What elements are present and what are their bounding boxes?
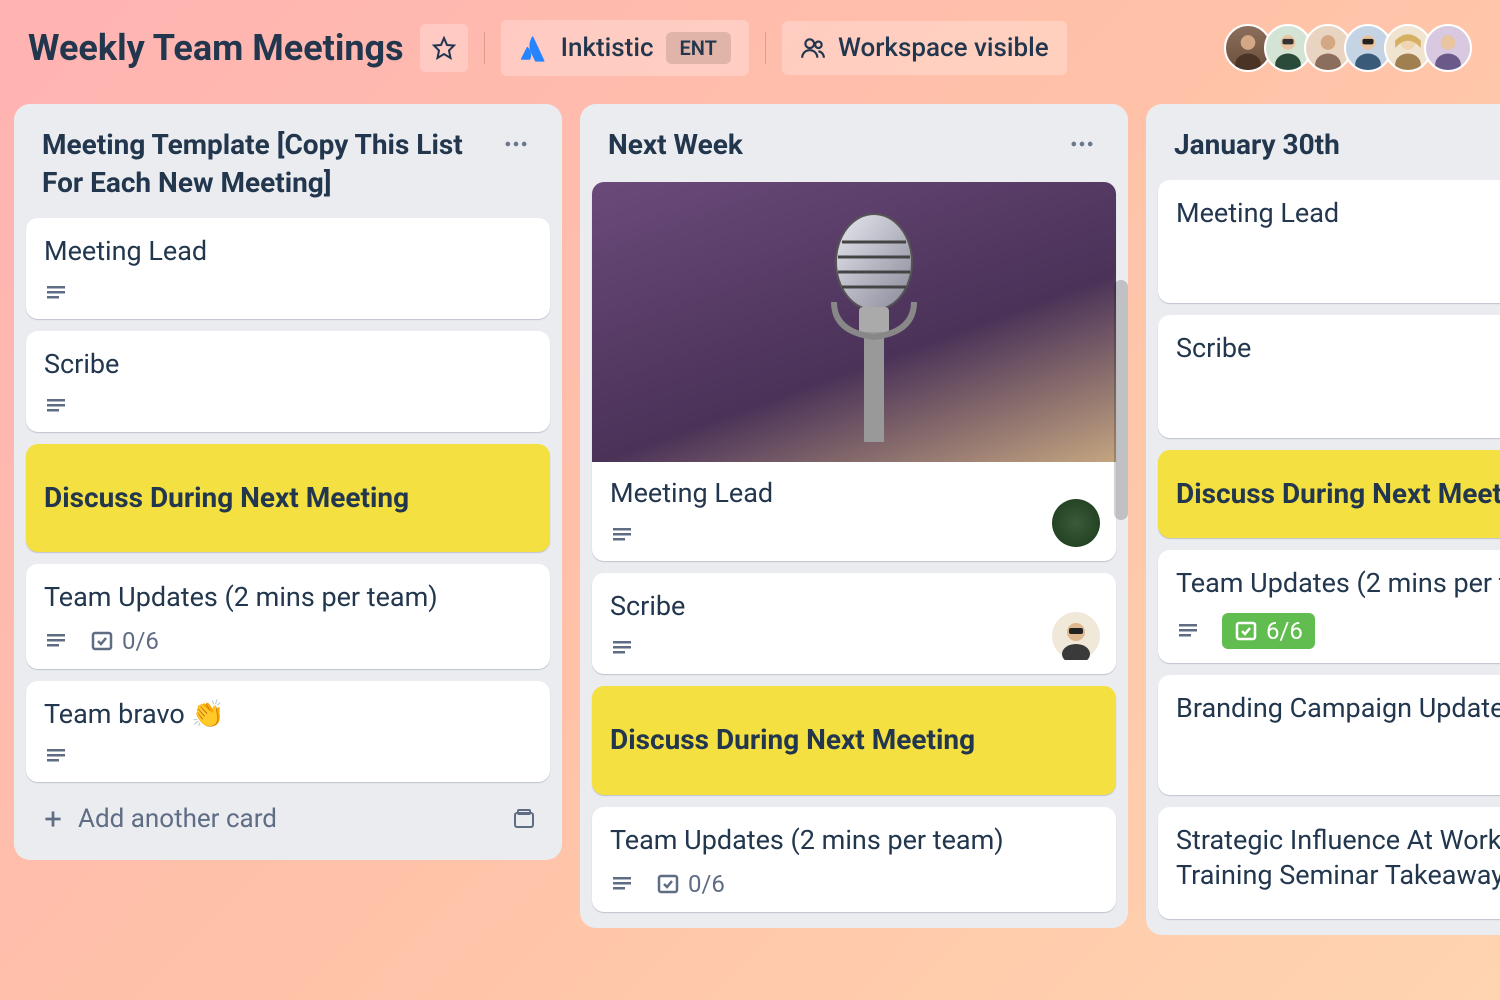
card-title: Discuss During Next Meeting — [44, 480, 532, 516]
list-title[interactable]: Meeting Template [Copy This List For Eac… — [42, 126, 482, 202]
card-title: Team Updates (2 mins per team) — [610, 823, 1098, 858]
microphone-image — [764, 202, 944, 442]
card-title: Meeting Lead — [1176, 196, 1500, 231]
card-badges — [44, 744, 532, 768]
add-card-button[interactable]: Add another card — [26, 794, 550, 844]
card-title: Team bravo 👏 — [44, 697, 532, 732]
card-title: Strategic Influence At Work Training Sem… — [1176, 823, 1500, 893]
checklist-badge: 0/6 — [656, 870, 725, 898]
visibility-label: Workspace visible — [838, 33, 1049, 63]
workspace-name: Inktistic — [561, 33, 654, 63]
list-menu-button[interactable] — [498, 126, 534, 166]
card-title: Discuss During Next Meeting — [1176, 476, 1500, 512]
list: January 30th Meeting Lead Scribe Discuss… — [1146, 104, 1500, 935]
template-icon[interactable] — [512, 807, 536, 831]
card[interactable]: Meeting Lead — [592, 182, 1116, 561]
star-icon — [432, 36, 456, 60]
star-button[interactable] — [420, 24, 468, 72]
card-title: Scribe — [44, 347, 532, 382]
header-divider — [765, 32, 766, 64]
card-title: Meeting Lead — [44, 234, 532, 269]
checklist-count: 0/6 — [688, 870, 725, 898]
card[interactable]: Meeting Lead — [1158, 180, 1500, 303]
card[interactable]: Team bravo 👏 — [26, 681, 550, 782]
card[interactable]: Meeting Lead — [26, 218, 550, 319]
list-scrollbar[interactable] — [1114, 280, 1128, 520]
description-icon — [610, 872, 634, 896]
checklist-count: 0/6 — [122, 627, 159, 655]
ellipsis-icon — [1068, 130, 1096, 158]
description-icon — [44, 281, 68, 305]
checklist-icon — [1234, 619, 1258, 643]
description-icon — [44, 394, 68, 418]
card[interactable]: Scribe — [26, 331, 550, 432]
card-title: Scribe — [1176, 331, 1500, 366]
add-card-label: Add another card — [78, 804, 277, 834]
card[interactable]: Branding Campaign Update — [1158, 675, 1500, 794]
checklist-count: 6/6 — [1266, 617, 1303, 645]
card-badges — [44, 394, 532, 418]
card-title: Discuss During Next Meeting — [610, 722, 1098, 758]
checklist-badge: 6/6 — [1222, 613, 1315, 649]
atlassian-icon — [519, 33, 549, 63]
card-badges: 6/6 — [1176, 613, 1500, 649]
card-badges: 0/6 — [44, 627, 532, 655]
card[interactable]: Discuss During Next Meeting — [592, 686, 1116, 794]
description-icon — [610, 636, 634, 660]
card-title: Meeting Lead — [610, 476, 1098, 511]
header-divider — [484, 32, 485, 64]
card-title: Team Updates (2 mins per team) — [1176, 566, 1500, 601]
board-header: Weekly Team Meetings Inktistic ENT Works… — [0, 0, 1500, 104]
card-member-avatar[interactable] — [1052, 499, 1100, 547]
card[interactable]: Team Updates (2 mins per team) 0/6 — [592, 807, 1116, 912]
card[interactable]: Strategic Influence At Work Training Sem… — [1158, 807, 1500, 919]
board-members[interactable] — [1224, 24, 1472, 72]
list-header: January 30th — [1158, 120, 1500, 168]
card-title: Team Updates (2 mins per team) — [44, 580, 532, 615]
card[interactable]: Scribe — [592, 573, 1116, 674]
description-icon — [44, 629, 68, 653]
card[interactable]: Scribe — [1158, 315, 1500, 438]
checklist-badge: 0/6 — [90, 627, 159, 655]
description-icon — [44, 744, 68, 768]
card[interactable]: Discuss During Next Meeting — [1158, 450, 1500, 538]
list-header: Meeting Template [Copy This List For Eac… — [26, 120, 550, 206]
board-canvas: Meeting Template [Copy This List For Eac… — [0, 104, 1500, 935]
list-menu-button[interactable] — [1064, 126, 1100, 166]
ent-badge: ENT — [666, 32, 731, 64]
plus-icon — [40, 806, 66, 832]
card-badges: 0/6 — [610, 870, 1098, 898]
checklist-icon — [656, 872, 680, 896]
card-badges — [44, 281, 532, 305]
card-badges — [610, 636, 1098, 660]
checklist-icon — [90, 629, 114, 653]
ellipsis-icon — [502, 130, 530, 158]
list: Meeting Template [Copy This List For Eac… — [14, 104, 562, 860]
card-title: Branding Campaign Update — [1176, 691, 1500, 726]
card[interactable]: Discuss During Next Meeting — [26, 444, 550, 552]
list-header: Next Week — [592, 120, 1116, 170]
visibility-chip[interactable]: Workspace visible — [782, 21, 1067, 75]
list-title[interactable]: January 30th — [1174, 126, 1340, 164]
list-title[interactable]: Next Week — [608, 126, 743, 164]
card-member-avatar[interactable] — [1052, 612, 1100, 660]
card[interactable]: Team Updates (2 mins per team) 6/6 — [1158, 550, 1500, 663]
description-icon — [1176, 619, 1200, 643]
people-icon — [800, 35, 826, 61]
board-title[interactable]: Weekly Team Meetings — [28, 27, 404, 69]
card-cover-image — [592, 182, 1116, 462]
description-icon — [610, 523, 634, 547]
card-title: Scribe — [610, 589, 1098, 624]
card[interactable]: Team Updates (2 mins per team) 0/6 — [26, 564, 550, 669]
avatar[interactable] — [1424, 24, 1472, 72]
workspace-chip[interactable]: Inktistic ENT — [501, 20, 749, 76]
list: Next Week — [580, 104, 1128, 928]
card-badges — [610, 523, 1098, 547]
